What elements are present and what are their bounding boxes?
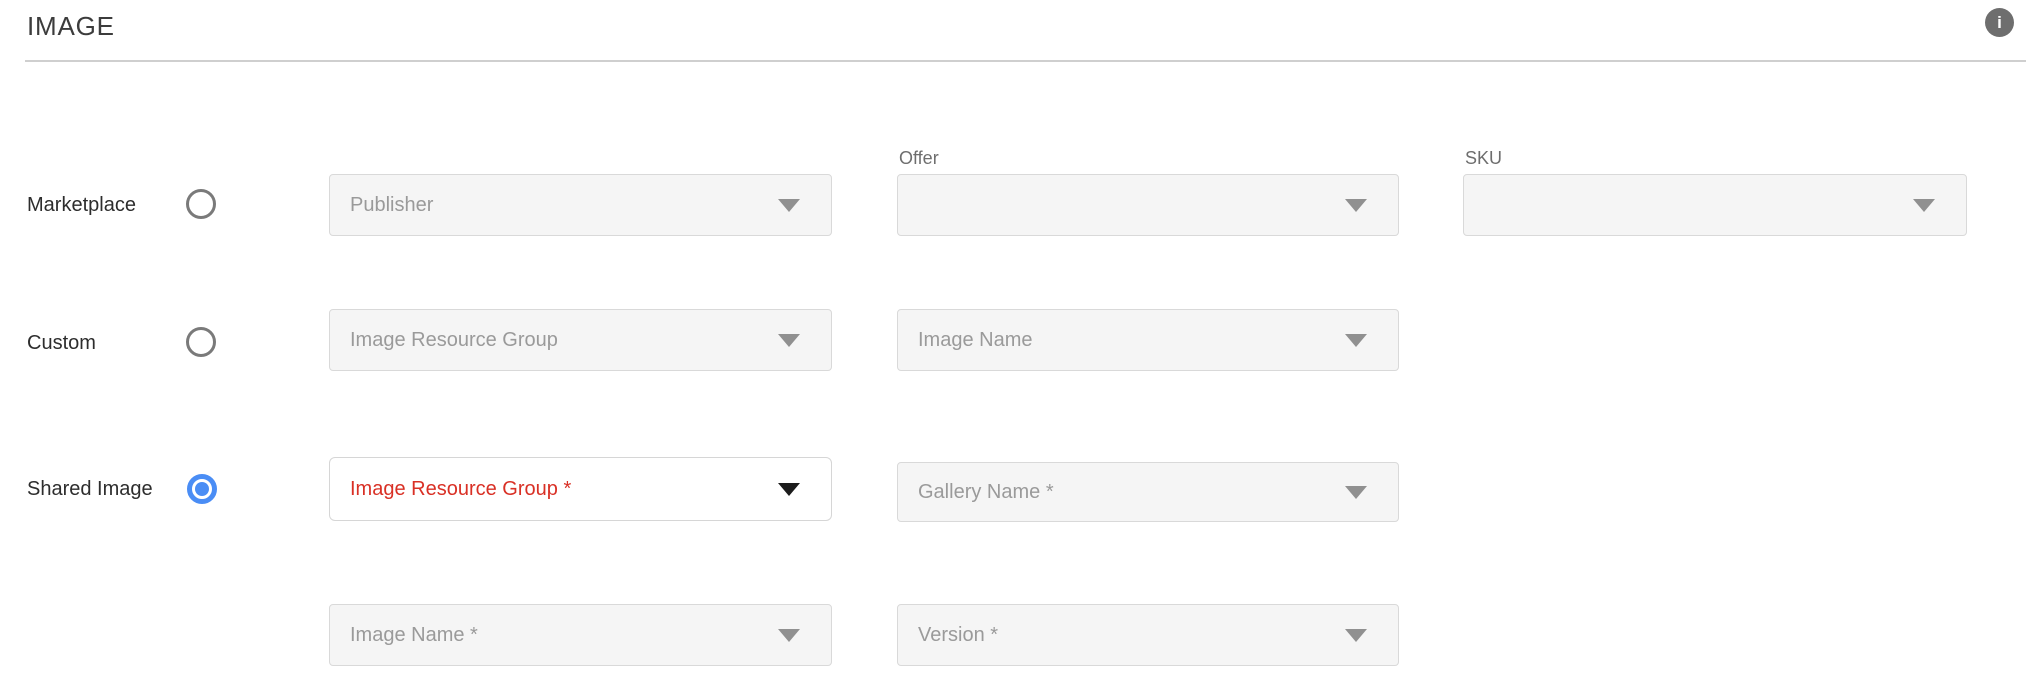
option-label-marketplace: Marketplace: [27, 190, 136, 220]
radio-dot: [195, 482, 209, 496]
chevron-down-icon: [1345, 199, 1367, 212]
radio-shared-image[interactable]: [187, 474, 217, 504]
version-dropdown[interactable]: Version *: [897, 604, 1399, 666]
page-title: IMAGE: [27, 11, 115, 42]
image-form-section: IMAGE i Marketplace Publisher Offer SKU …: [0, 0, 2044, 686]
chevron-down-icon: [1913, 199, 1935, 212]
custom-image-name-dropdown[interactable]: Image Name: [897, 309, 1399, 371]
chevron-down-icon: [778, 629, 800, 642]
info-icon-glyph: i: [1997, 14, 2002, 31]
chevron-down-icon: [1345, 334, 1367, 347]
chevron-down-icon: [778, 199, 800, 212]
chevron-down-icon: [1345, 486, 1367, 499]
custom-image-name-placeholder: Image Name: [918, 329, 1033, 352]
offer-dropdown[interactable]: [897, 174, 1399, 236]
chevron-down-icon: [778, 483, 800, 496]
sku-dropdown[interactable]: [1463, 174, 1967, 236]
gallery-name-dropdown[interactable]: Gallery Name *: [897, 462, 1399, 522]
custom-image-resource-group-dropdown[interactable]: Image Resource Group: [329, 309, 832, 371]
option-label-shared-image: Shared Image: [27, 474, 153, 504]
chevron-down-icon: [778, 334, 800, 347]
option-label-custom: Custom: [27, 328, 96, 358]
radio-custom[interactable]: [186, 327, 216, 357]
chevron-down-icon: [1345, 629, 1367, 642]
shared-image-resource-group-dropdown[interactable]: Image Resource Group *: [329, 457, 832, 521]
version-placeholder: Version *: [918, 624, 998, 647]
publisher-placeholder: Publisher: [350, 194, 433, 217]
gallery-name-placeholder: Gallery Name *: [918, 481, 1054, 504]
shared-image-name-dropdown[interactable]: Image Name *: [329, 604, 832, 666]
custom-image-resource-group-placeholder: Image Resource Group: [350, 329, 558, 352]
info-icon[interactable]: i: [1985, 8, 2014, 37]
shared-image-name-placeholder: Image Name *: [350, 624, 478, 647]
sku-label: SKU: [1465, 147, 1502, 169]
shared-image-resource-group-placeholder: Image Resource Group *: [350, 478, 571, 501]
header-divider: [25, 60, 2026, 62]
publisher-dropdown[interactable]: Publisher: [329, 174, 832, 236]
radio-marketplace[interactable]: [186, 189, 216, 219]
offer-label: Offer: [899, 147, 939, 169]
